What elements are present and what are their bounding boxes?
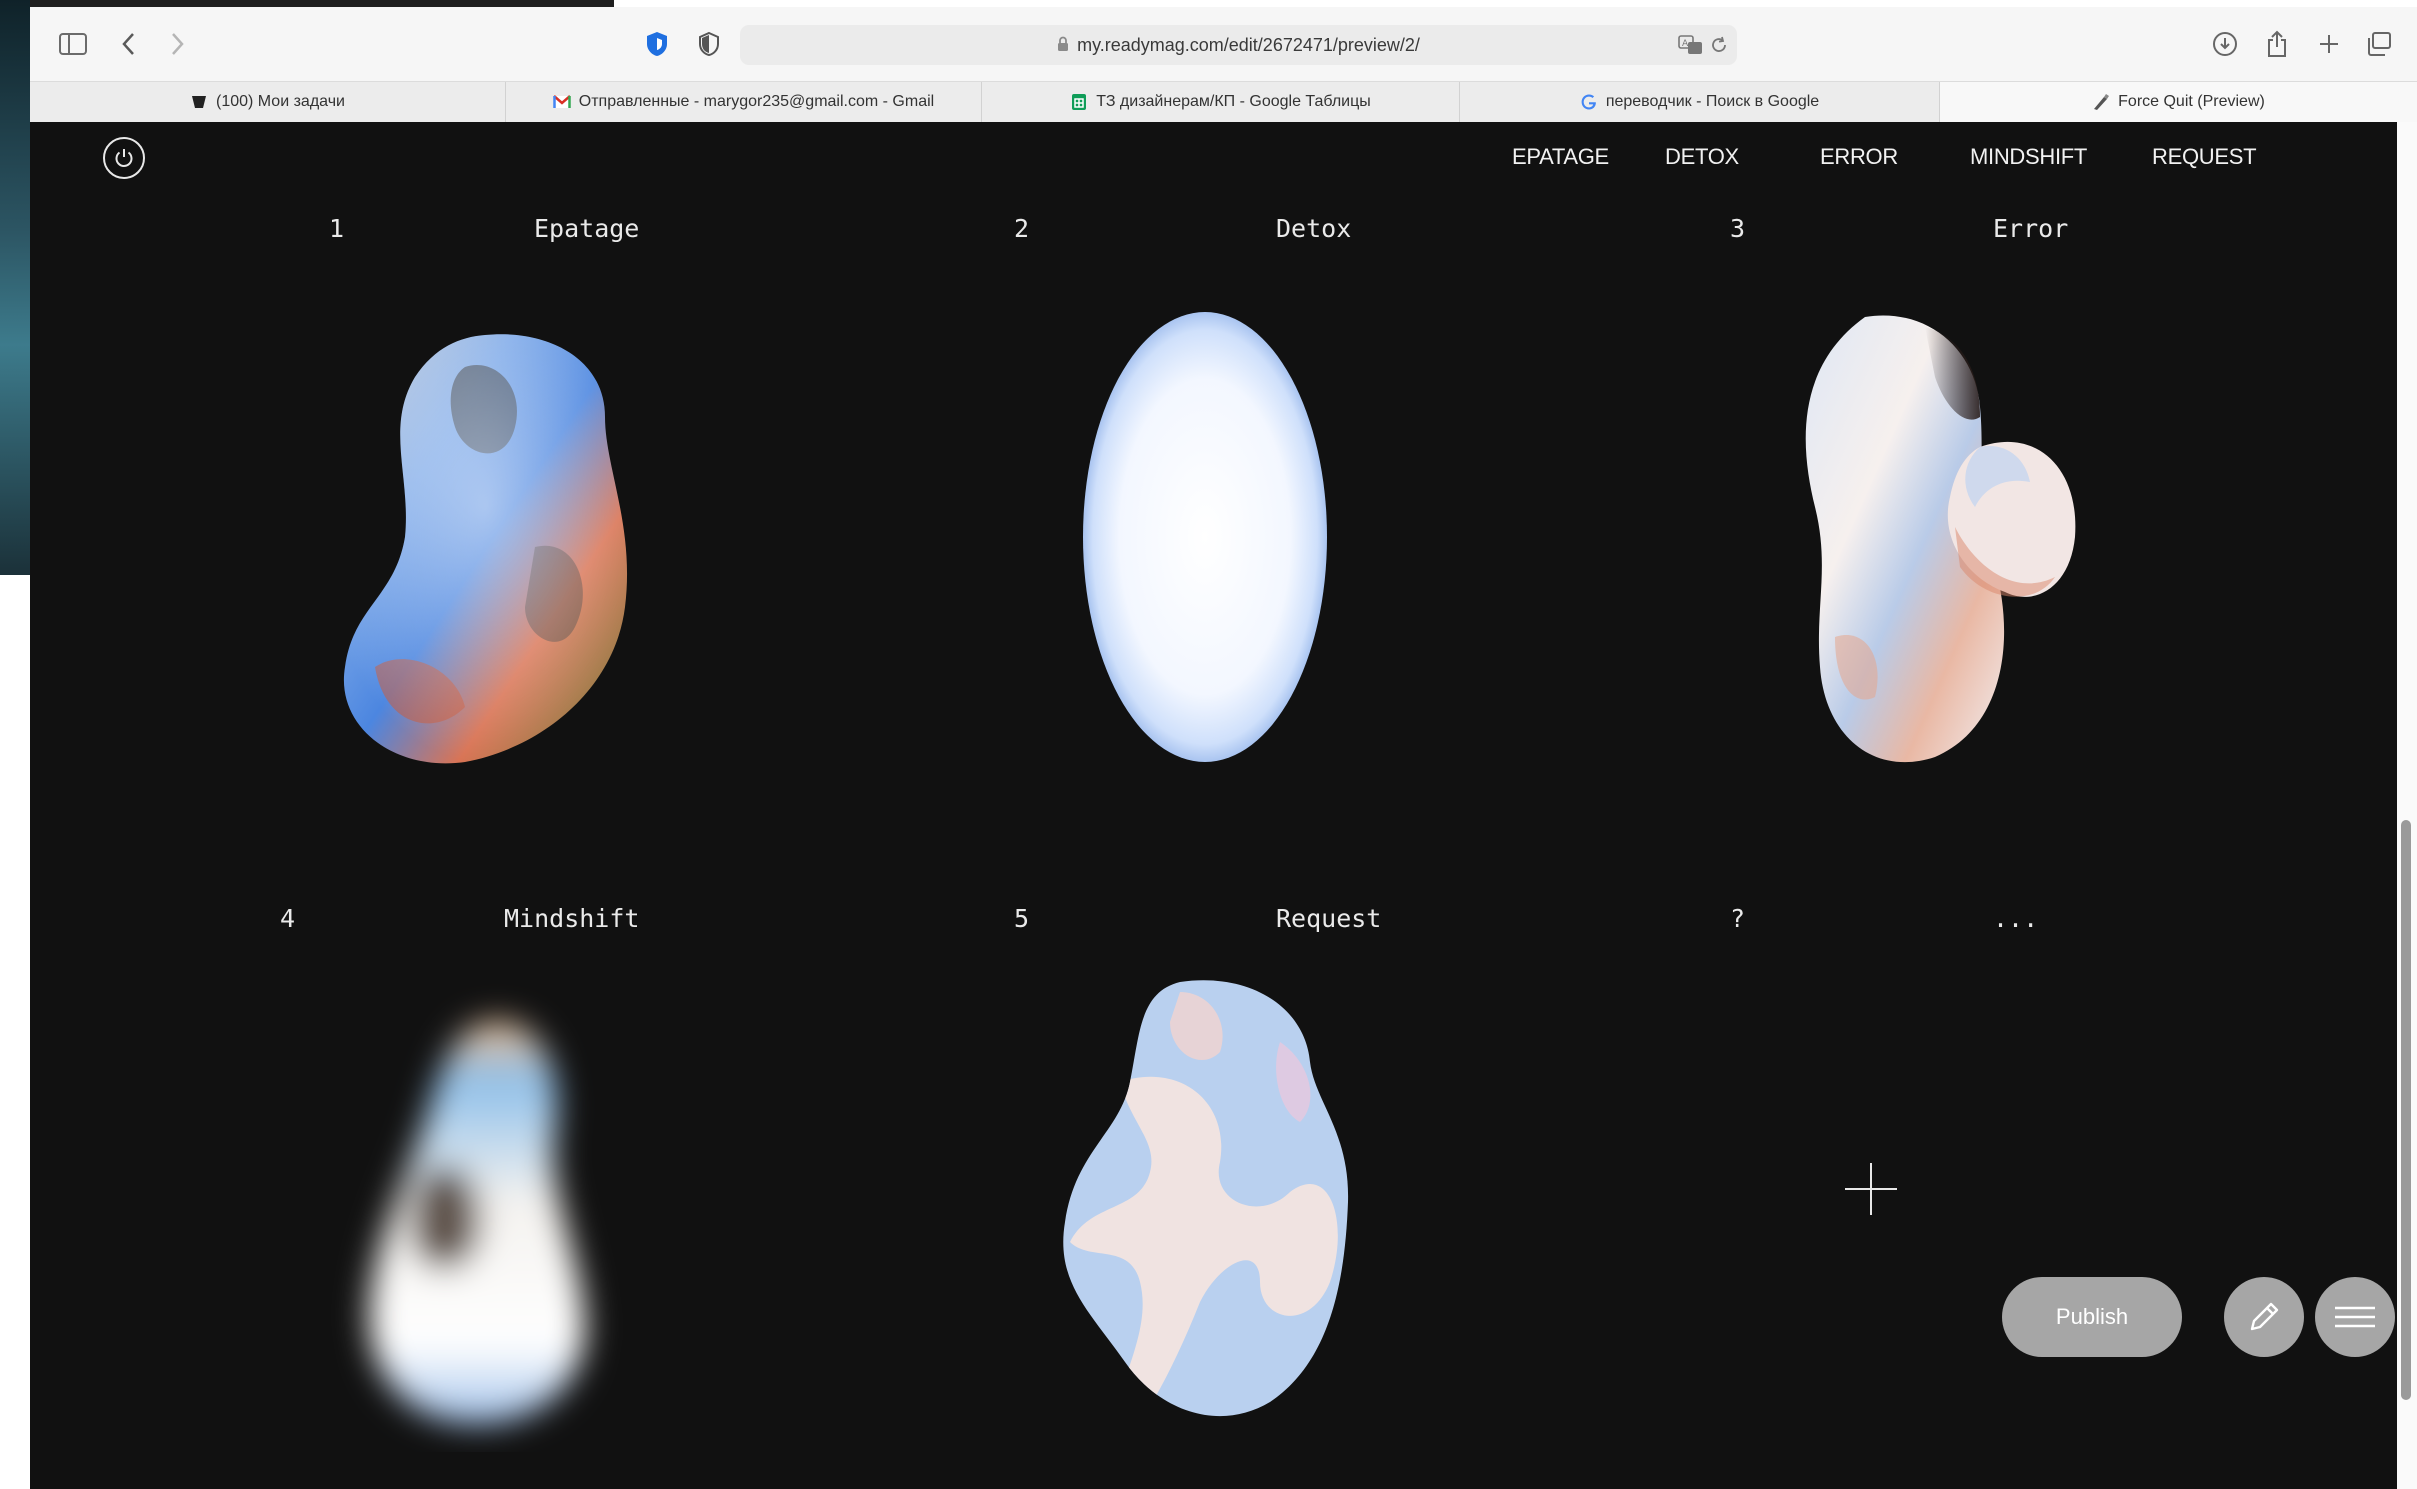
tab-google-search[interactable]: переводчик - Поиск в Google bbox=[1460, 82, 1940, 122]
back-icon[interactable] bbox=[118, 29, 138, 59]
translate-icon[interactable]: A bbox=[1676, 30, 1706, 60]
tab-label: (100) Мои задачи bbox=[216, 93, 345, 110]
new-tab-icon[interactable] bbox=[2314, 29, 2344, 59]
publish-button[interactable]: Publish bbox=[2002, 1277, 2182, 1357]
power-icon bbox=[115, 149, 133, 167]
sidebar-toggle-icon[interactable] bbox=[58, 29, 88, 59]
request-blob-image[interactable] bbox=[1030, 962, 1390, 1442]
tab-label: ТЗ дизайнерам/КП - Google Таблицы bbox=[1096, 93, 1371, 110]
sheets-favicon bbox=[1070, 93, 1088, 111]
project-number: 2 bbox=[1014, 214, 1030, 243]
edit-button[interactable] bbox=[2224, 1277, 2304, 1357]
project-title-error[interactable]: Error bbox=[1993, 214, 2068, 243]
desktop-wallpaper bbox=[0, 0, 30, 575]
tab-label: переводчик - Поиск в Google bbox=[1605, 93, 1820, 110]
tab-bar: (100) Мои задачи Отправленные - marygor2… bbox=[30, 81, 2417, 123]
project-number: 4 bbox=[280, 904, 296, 933]
project-number: 1 bbox=[329, 214, 345, 243]
tab-label: Force Quit (Preview) bbox=[2118, 93, 2265, 110]
nav-error[interactable]: ERROR bbox=[1820, 144, 1898, 170]
tab-force-quit[interactable]: Force Quit (Preview) bbox=[1940, 82, 2417, 122]
nav-request[interactable]: REQUEST bbox=[2152, 144, 2257, 170]
downloads-icon[interactable] bbox=[2210, 29, 2240, 59]
google-favicon bbox=[1580, 93, 1598, 111]
add-project-plus-icon[interactable] bbox=[1844, 1162, 1898, 1216]
tab-gmail[interactable]: Отправленные - marygor235@gmail.com - Gm… bbox=[506, 82, 982, 122]
share-icon[interactable] bbox=[2262, 29, 2292, 59]
pencil-icon bbox=[2250, 1302, 2279, 1331]
nav-mindshift[interactable]: MINDSHIFT bbox=[1970, 144, 2087, 170]
project-number: 5 bbox=[1014, 904, 1030, 933]
hamburger-icon bbox=[2335, 1306, 2375, 1328]
privacy-shield-icon[interactable] bbox=[642, 29, 672, 59]
url-value: my.readymag.com/edit/2672471/preview/2/ bbox=[1077, 35, 1420, 55]
project-number: ? bbox=[1730, 904, 1746, 933]
error-blob-image[interactable] bbox=[1775, 307, 2105, 767]
project-title-epatage[interactable]: Epatage bbox=[534, 214, 639, 243]
menu-button[interactable] bbox=[2315, 1277, 2395, 1357]
browser-toolbar: my.readymag.com/edit/2672471/preview/2/ … bbox=[30, 7, 2417, 81]
project-title-detox[interactable]: Detox bbox=[1276, 214, 1351, 243]
lock-icon bbox=[1057, 26, 1069, 66]
epatage-blob-image[interactable] bbox=[315, 307, 655, 767]
preview-favicon bbox=[2092, 93, 2110, 111]
svg-text:A: A bbox=[1682, 39, 1689, 49]
shield-icon[interactable] bbox=[694, 29, 724, 59]
task-favicon bbox=[190, 93, 208, 111]
gmail-favicon bbox=[552, 93, 571, 111]
address-bar[interactable]: my.readymag.com/edit/2672471/preview/2/ … bbox=[740, 25, 1737, 65]
forward-icon[interactable] bbox=[168, 29, 188, 59]
scrollbar-thumb[interactable] bbox=[2401, 820, 2411, 1400]
tab-tasks[interactable]: (100) Мои задачи bbox=[30, 82, 506, 122]
tab-sheets[interactable]: ТЗ дизайнерам/КП - Google Таблицы bbox=[982, 82, 1460, 122]
mindshift-blob-image[interactable] bbox=[315, 982, 635, 1452]
tab-overview-icon[interactable] bbox=[2364, 29, 2394, 59]
reload-icon[interactable] bbox=[1708, 30, 1730, 60]
url-text: my.readymag.com/edit/2672471/preview/2/ bbox=[740, 25, 1737, 65]
power-button[interactable] bbox=[103, 137, 145, 179]
desktop-top-bar bbox=[30, 0, 614, 7]
project-number: 3 bbox=[1730, 214, 1746, 243]
project-title-request[interactable]: Request bbox=[1276, 904, 1381, 933]
nav-epatage[interactable]: EPATAGE bbox=[1512, 144, 1609, 170]
nav-detox[interactable]: DETOX bbox=[1665, 144, 1739, 170]
project-title-mindshift[interactable]: Mindshift bbox=[504, 904, 639, 933]
project-title-placeholder: ... bbox=[1993, 904, 2039, 933]
detox-blob-image[interactable] bbox=[1075, 307, 1335, 767]
tab-label: Отправленные - marygor235@gmail.com - Gm… bbox=[578, 93, 935, 110]
